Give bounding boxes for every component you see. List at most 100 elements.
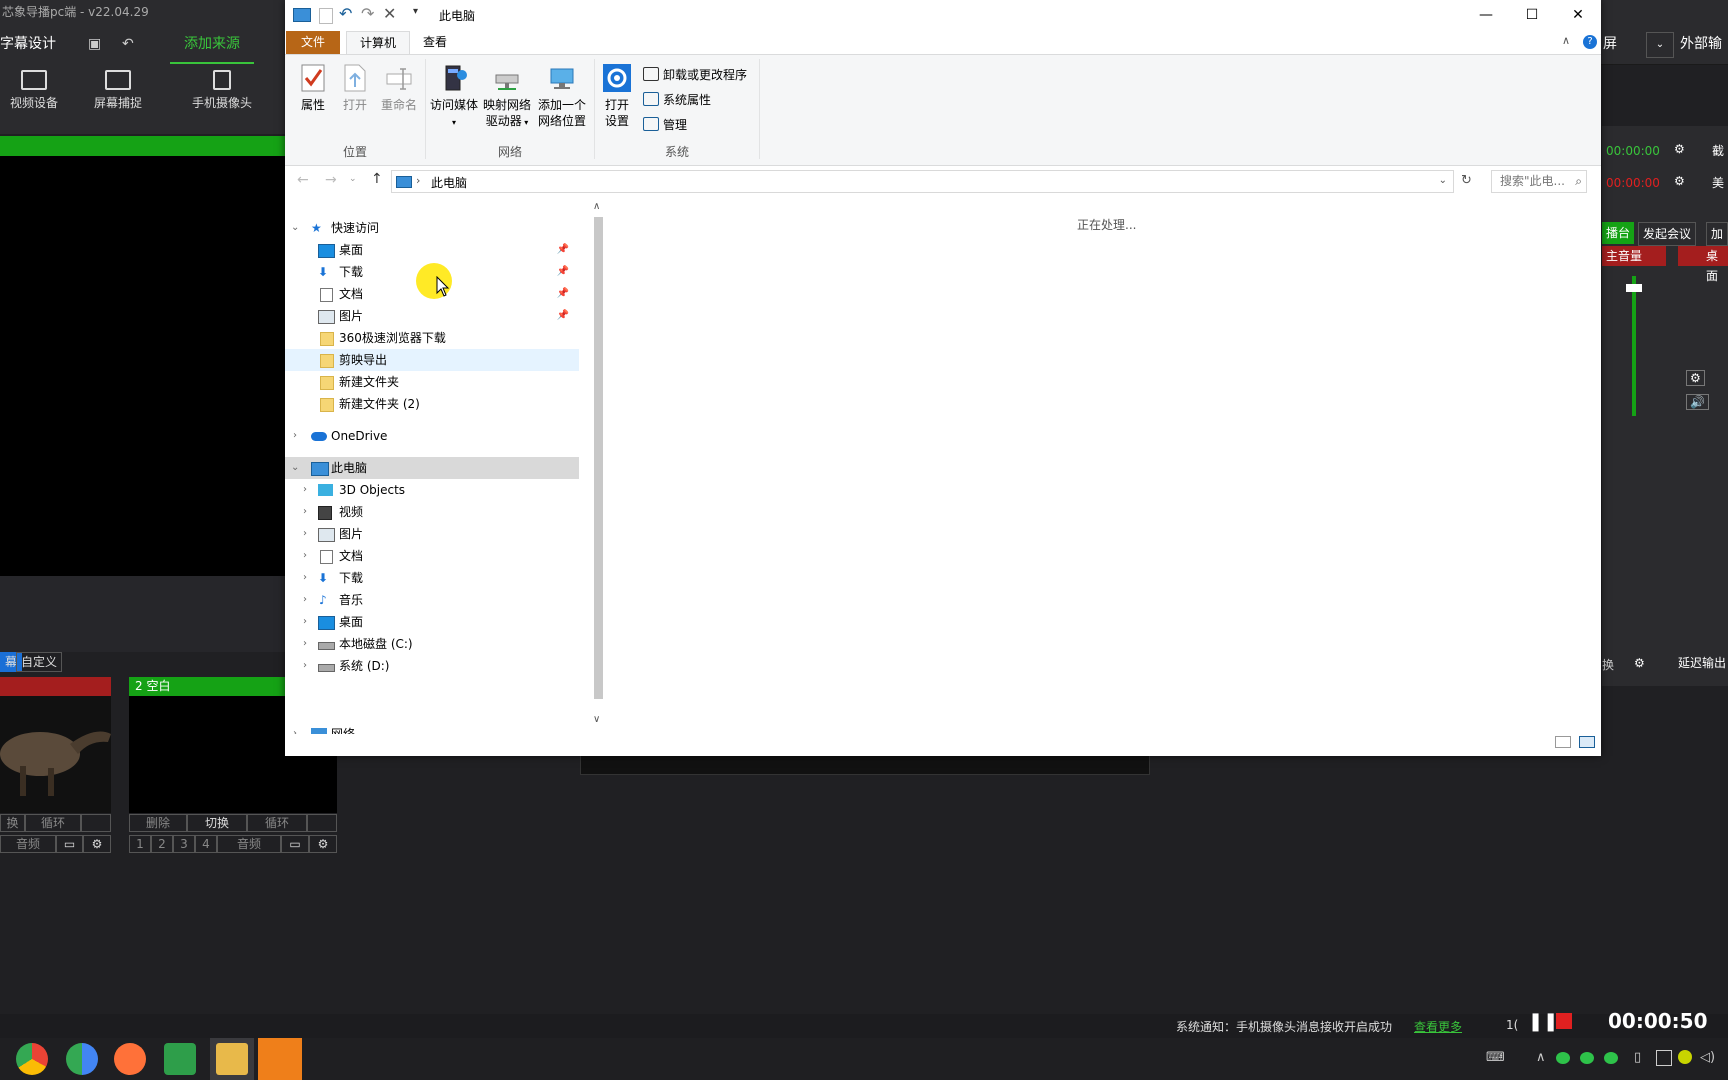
chrome-alt-icon[interactable] bbox=[66, 1043, 98, 1075]
nav-pc-pictures[interactable]: › 图片 bbox=[285, 523, 579, 545]
chevron-right-icon[interactable]: › bbox=[303, 479, 307, 501]
monitor-icon[interactable]: ▭ bbox=[56, 835, 83, 853]
stage-tab[interactable]: 播台 bbox=[1602, 222, 1635, 244]
beauty-button[interactable]: 美 bbox=[1712, 174, 1724, 191]
add-network-location-button[interactable]: 添加一个 网络位置 bbox=[535, 59, 589, 129]
tab-view[interactable]: 查看 bbox=[410, 31, 460, 54]
properties-quick-icon[interactable] bbox=[319, 8, 333, 24]
scene1-thumbnail[interactable] bbox=[0, 696, 111, 813]
scene2-num-1[interactable]: 1 bbox=[129, 835, 151, 853]
help-icon[interactable]: ? bbox=[1583, 35, 1597, 49]
chevron-right-icon[interactable]: › bbox=[303, 523, 307, 545]
delete-icon[interactable]: ✕ bbox=[383, 4, 396, 23]
monitor-icon[interactable]: ▭ bbox=[281, 835, 309, 853]
scene2-switch-button[interactable]: 切换 bbox=[187, 814, 247, 832]
gear-icon[interactable]: ⚙ bbox=[1634, 656, 1645, 670]
minimize-button[interactable]: — bbox=[1463, 0, 1509, 30]
scroll-up-icon[interactable]: ∧ bbox=[593, 201, 600, 212]
scene2-loop-button[interactable]: 循环 bbox=[247, 814, 307, 832]
nav-pc-music[interactable]: › ♪ 音乐 bbox=[285, 589, 579, 611]
chevron-right-icon[interactable]: › bbox=[303, 589, 307, 611]
speaker-icon[interactable]: 🔊 bbox=[1686, 394, 1709, 410]
nav-pc-videos[interactable]: › 视频 bbox=[285, 501, 579, 523]
wechat-icon[interactable] bbox=[1556, 1052, 1570, 1064]
back-icon[interactable]: ← bbox=[297, 172, 309, 188]
gear-icon[interactable]: ⚙ bbox=[309, 835, 337, 853]
app-green-icon[interactable] bbox=[164, 1043, 196, 1075]
chevron-up-icon[interactable]: ∧ bbox=[1536, 1050, 1546, 1065]
nav-quick-new-folder[interactable]: 新建文件夹 bbox=[285, 371, 579, 393]
undo-icon[interactable]: ↶ bbox=[339, 4, 352, 23]
manage-button[interactable]: 管理 bbox=[643, 115, 687, 135]
search-input[interactable]: 搜索"此电... ⌕ bbox=[1491, 170, 1587, 193]
content-pane[interactable]: 正在处理... bbox=[607, 199, 1601, 729]
scene1-audio-button[interactable]: 音频 bbox=[0, 835, 56, 853]
chevron-right-icon[interactable]: › bbox=[303, 567, 307, 589]
scene1-switch-button[interactable]: 换 bbox=[0, 814, 25, 832]
large-icons-view-icon[interactable] bbox=[1579, 736, 1595, 748]
scene1-loop-button[interactable]: 循环 bbox=[25, 814, 81, 832]
nav-pc-drive-d[interactable]: › 系统 (D:) bbox=[285, 655, 579, 677]
chevron-right-icon[interactable]: › bbox=[303, 545, 307, 567]
scene1-header[interactable] bbox=[0, 677, 111, 696]
phone-camera-button[interactable]: 手机摄像头 bbox=[172, 70, 272, 111]
forward-icon[interactable]: → bbox=[325, 172, 337, 188]
nav-scrollbar[interactable]: ∧ ∨ bbox=[590, 199, 607, 734]
nav-quick-desktop[interactable]: 桌面 📌 bbox=[285, 239, 579, 261]
open-settings-button[interactable]: 打开 设置 bbox=[597, 59, 637, 129]
wechat-icon[interactable] bbox=[1604, 1052, 1618, 1064]
nav-pc-drive-c[interactable]: › 本地磁盘 (C:) bbox=[285, 633, 579, 655]
scene2-num-4[interactable]: 4 bbox=[195, 835, 217, 853]
access-media-button[interactable]: 访问媒体 ▾ bbox=[429, 59, 479, 131]
address-dropdown-icon[interactable]: ⌄ bbox=[1439, 175, 1447, 186]
scene2-delete-button[interactable]: 删除 bbox=[129, 814, 187, 832]
stop-record-icon[interactable] bbox=[1556, 1013, 1572, 1029]
scene2-extra-button[interactable] bbox=[307, 814, 337, 832]
scrollbar-thumb[interactable] bbox=[594, 217, 603, 699]
chevron-down-icon[interactable]: ⌄ bbox=[1646, 32, 1674, 58]
save-icon[interactable]: ▣ bbox=[88, 24, 101, 64]
wechat-icon[interactable] bbox=[1580, 1052, 1594, 1064]
chevron-down-icon[interactable]: ⌄ bbox=[291, 217, 299, 239]
nav-pc-downloads[interactable]: › ⬇ 下载 bbox=[285, 567, 579, 589]
nav-quick-new-folder-2[interactable]: 新建文件夹 (2) bbox=[285, 393, 579, 415]
folder-icon[interactable] bbox=[216, 1043, 248, 1075]
director-app-task[interactable] bbox=[258, 1038, 302, 1080]
scene2-num-3[interactable]: 3 bbox=[173, 835, 195, 853]
chevron-right-icon[interactable]: › bbox=[303, 611, 307, 633]
keyboard-icon[interactable]: ⌨ bbox=[1486, 1050, 1505, 1065]
chevron-right-icon[interactable]: › bbox=[293, 723, 297, 734]
video-device-button[interactable]: 视频设备 bbox=[0, 70, 74, 111]
chrome-icon[interactable] bbox=[16, 1043, 48, 1075]
chevron-right-icon[interactable]: › bbox=[303, 633, 307, 655]
scroll-down-icon[interactable]: ∨ bbox=[593, 714, 600, 725]
breadcrumb-this-pc[interactable]: 此电脑 bbox=[431, 174, 467, 191]
gear-icon[interactable]: ⚙ bbox=[83, 835, 111, 853]
nav-quick-access[interactable]: ⌄ ★ 快速访问 bbox=[285, 217, 579, 239]
open-button[interactable]: 打开 bbox=[335, 59, 375, 113]
properties-button[interactable]: 属性 bbox=[293, 59, 333, 113]
add-source-tab[interactable]: 添加来源 bbox=[170, 24, 254, 64]
chevron-down-icon[interactable]: ⌄ bbox=[291, 457, 299, 479]
volume-icon[interactable]: ◁) bbox=[1700, 1050, 1715, 1065]
start-meeting-button[interactable]: 发起会议 bbox=[1638, 222, 1697, 246]
gear-icon[interactable]: ⚙ bbox=[1686, 370, 1705, 386]
maximize-button[interactable]: ☐ bbox=[1509, 0, 1555, 30]
breadcrumb-separator-icon[interactable]: › bbox=[416, 174, 420, 187]
nav-this-pc[interactable]: ⌄ 此电脑 bbox=[285, 457, 579, 479]
nav-network[interactable]: › 网络 bbox=[285, 723, 579, 734]
battery-icon[interactable]: ▯ bbox=[1634, 1050, 1641, 1065]
uninstall-program-button[interactable]: 卸载或更改程序 bbox=[643, 65, 747, 85]
volume-slider-handle[interactable] bbox=[1626, 284, 1642, 292]
rename-button[interactable]: 重命名 bbox=[377, 59, 421, 113]
delay-output-button[interactable]: 延迟输出 bbox=[1678, 654, 1726, 671]
up-icon[interactable]: ↑ bbox=[371, 171, 383, 187]
map-network-drive-button[interactable]: 映射网络 驱动器 ▾ bbox=[481, 59, 533, 131]
nav-onedrive[interactable]: › OneDrive bbox=[285, 425, 579, 447]
add-icon[interactable] bbox=[1678, 1050, 1692, 1064]
scene1-extra-button[interactable] bbox=[81, 814, 111, 832]
tab-computer[interactable]: 计算机 bbox=[346, 31, 410, 55]
chevron-right-icon[interactable]: › bbox=[303, 501, 307, 523]
nav-pc-documents[interactable]: › 文档 bbox=[285, 545, 579, 567]
nav-quick-pictures[interactable]: 图片 📌 bbox=[285, 305, 579, 327]
